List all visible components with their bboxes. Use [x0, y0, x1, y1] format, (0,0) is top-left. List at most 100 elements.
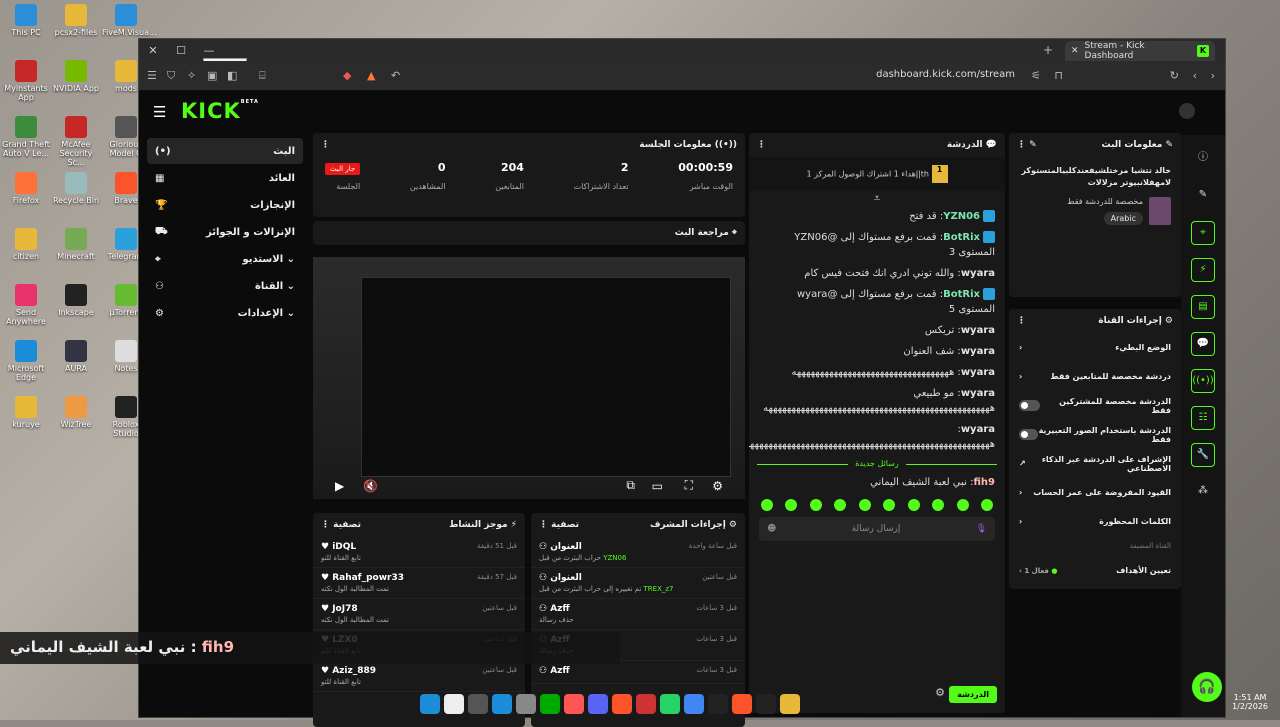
emote-icon[interactable] [809, 499, 822, 511]
nav-item[interactable]: 🏆 الإنجازات [147, 192, 303, 218]
activity-filter[interactable]: تصفية [333, 520, 361, 530]
system-clock[interactable]: 1:51 AM 1/2/2026 [1232, 693, 1268, 711]
chat-toggle-icon[interactable]: 💬 [1191, 332, 1215, 356]
nav-item[interactable]: ⌖ الاستديو ⌄ [147, 246, 303, 272]
edit-icon[interactable]: ✎ [1029, 140, 1037, 150]
back-icon[interactable]: ‹ [1193, 69, 1197, 82]
goals-row[interactable]: تعيين الأهداف ● فعال 1 › [1009, 556, 1181, 585]
minimize-window-icon[interactable]: — [195, 44, 223, 57]
taskbar-app-icon[interactable] [420, 694, 440, 714]
mute-icon[interactable]: 🔇 [363, 479, 378, 493]
tab-search-icon[interactable]: ⌸ [259, 69, 266, 83]
chat-username[interactable]: fih9 [974, 477, 996, 488]
theater-icon[interactable]: ▭ [652, 479, 663, 493]
info-icon[interactable]: ⓘ [1191, 147, 1215, 171]
chat-username[interactable]: YZN06 [943, 211, 980, 222]
more-icon[interactable]: ⋮ [321, 520, 330, 530]
more-icon[interactable]: ⋮ [539, 520, 548, 530]
menu-icon[interactable]: ☰ [147, 69, 157, 82]
chat-username[interactable]: wyara [961, 268, 995, 279]
channel-action-row[interactable]: دردشة مخصصة للمتابعين فقط ‹ [1009, 362, 1181, 391]
taskbar-app-icon[interactable] [516, 694, 536, 714]
taskbar-app-icon[interactable] [660, 694, 680, 714]
nav-item[interactable]: ▦ العائد [147, 165, 303, 191]
forward-icon[interactable]: › [1211, 69, 1215, 82]
channel-action-row[interactable]: الوضع البطيء ‹ [1009, 333, 1181, 362]
sidebar-icon[interactable]: ◧ [227, 69, 237, 82]
mod-row[interactable]: ⚇ العنوان تم تغييره إلى حراب البثرث من قب… [531, 568, 745, 599]
chat-username[interactable]: BotRix [943, 232, 980, 243]
taskbar-app-icon[interactable] [588, 694, 608, 714]
activity-row[interactable]: ♥ iDQL تابع القناة للتو قبل 51 دقيقة [313, 537, 525, 568]
toggle-switch[interactable] [1019, 400, 1041, 411]
channel-action-row[interactable]: الدردشة باستخدام الصور التعبيرية فقط [1009, 420, 1181, 449]
activity-user[interactable]: ♥ JoJ78 [321, 604, 389, 614]
close-window-icon[interactable]: ✕ [139, 44, 167, 57]
channel-action-row[interactable]: القيود المفروضة على عمر الحساب ‹ [1009, 478, 1181, 507]
kick-logo[interactable]: KICKBETA [181, 99, 259, 123]
emoji-icon[interactable]: ☻ [767, 524, 776, 534]
url-text[interactable]: dashboard.kick.com/stream [876, 69, 1015, 80]
lightning-icon[interactable]: ⚡ [1191, 258, 1215, 282]
desktop-icon[interactable]: Send Anywhere [2, 284, 50, 327]
screenshot-icon[interactable]: ▣ [207, 69, 217, 82]
desktop-icon[interactable]: kuruye [2, 396, 50, 430]
collapse-icon[interactable]: ⩡ [749, 191, 1005, 206]
chat-username[interactable]: wyara [961, 325, 995, 336]
taskbar-app-icon[interactable] [732, 694, 752, 714]
new-tab-icon[interactable]: + [1043, 43, 1053, 57]
taskbar-app-icon[interactable] [564, 694, 584, 714]
desktop-icon[interactable]: NVIDIA App [52, 60, 100, 94]
taskbar-app-icon[interactable] [540, 694, 560, 714]
desktop-icon[interactable]: McAfee Security Sc... [52, 116, 100, 167]
more-icon[interactable]: ⋮ [321, 140, 330, 150]
taskbar-app-icon[interactable] [468, 694, 488, 714]
desktop-icon[interactable]: Grand Theft Auto V Le... [2, 116, 50, 159]
site-settings-icon[interactable]: ⚟ [1031, 69, 1041, 82]
brave-rewards-icon[interactable]: ▲ [367, 69, 375, 82]
nav-item[interactable]: ⛟ الإنزالات و الجوائز [147, 219, 303, 245]
stream-preview-video[interactable]: ▶ 🔇 ⧉ ▭ ⛶ ⚙ [313, 257, 745, 499]
desktop-icon[interactable]: Firefox [2, 172, 50, 206]
chat-username[interactable]: wyara [961, 424, 995, 435]
mod-row[interactable]: ⚇ العنوان حراب البثرث من قبل YZN06 قبل ساع… [531, 537, 745, 568]
toggle-switch[interactable] [1019, 429, 1038, 440]
back-history-icon[interactable]: ↶ [391, 69, 400, 82]
desktop-icon[interactable]: Inkscape [52, 284, 100, 318]
chevron-left-icon[interactable]: ‹ [1019, 517, 1022, 526]
taskbar-app-icon[interactable] [444, 694, 464, 714]
chat-username[interactable]: wyara [961, 367, 995, 378]
emote-icon[interactable] [980, 499, 993, 511]
taskbar-app-icon[interactable] [708, 694, 728, 714]
wrench-icon[interactable]: 🔧 [1191, 443, 1215, 467]
activity-user[interactable]: ♥ Rahaf_powr33 [321, 573, 404, 583]
channel-action-row[interactable]: الدردشة مخصصة للمشتركين فقط [1009, 391, 1181, 420]
emote-icon[interactable] [932, 499, 945, 511]
emote-icon[interactable] [858, 499, 871, 511]
chevron-left-icon[interactable]: ‹ [1019, 372, 1022, 381]
fullscreen-icon[interactable]: ⛶ [685, 478, 693, 493]
emote-icon[interactable] [761, 499, 773, 511]
maximize-window-icon[interactable]: ☐ [167, 44, 195, 57]
close-tab-icon[interactable]: ✕ [1071, 46, 1079, 56]
emote-icon[interactable] [785, 499, 798, 511]
user-avatar[interactable] [1179, 103, 1195, 119]
more-icon[interactable]: ⋮ [1017, 140, 1026, 150]
chevron-left-icon[interactable]: ‹ [1019, 343, 1022, 352]
emote-icon[interactable] [907, 499, 920, 511]
desktop-icon[interactable]: AURA [52, 340, 100, 374]
chat-username[interactable]: wyara [961, 346, 995, 357]
emote-icon[interactable] [956, 499, 969, 511]
chat-settings-icon[interactable]: ⚙ [935, 686, 945, 699]
notes-icon[interactable]: ▤ [1191, 295, 1215, 319]
chevron-left-icon[interactable]: ‹ [1019, 488, 1022, 497]
chat-input[interactable]: ☻ إرسال رسالة 🎙 [759, 517, 995, 541]
nav-item[interactable]: ⚇ القناة ⌄ [147, 273, 303, 299]
desktop-icon[interactable]: Minecraft [52, 228, 100, 262]
desktop-icon[interactable]: Microsoft Edge [2, 340, 50, 383]
desktop-icon[interactable]: Myinstants App [2, 60, 50, 103]
play-icon[interactable]: ▶ [335, 479, 344, 493]
mic-icon[interactable]: 🎙 [976, 524, 987, 534]
desktop-icon[interactable]: WizTree [52, 396, 100, 430]
activity-user[interactable]: ♥ iDQL [321, 542, 361, 552]
